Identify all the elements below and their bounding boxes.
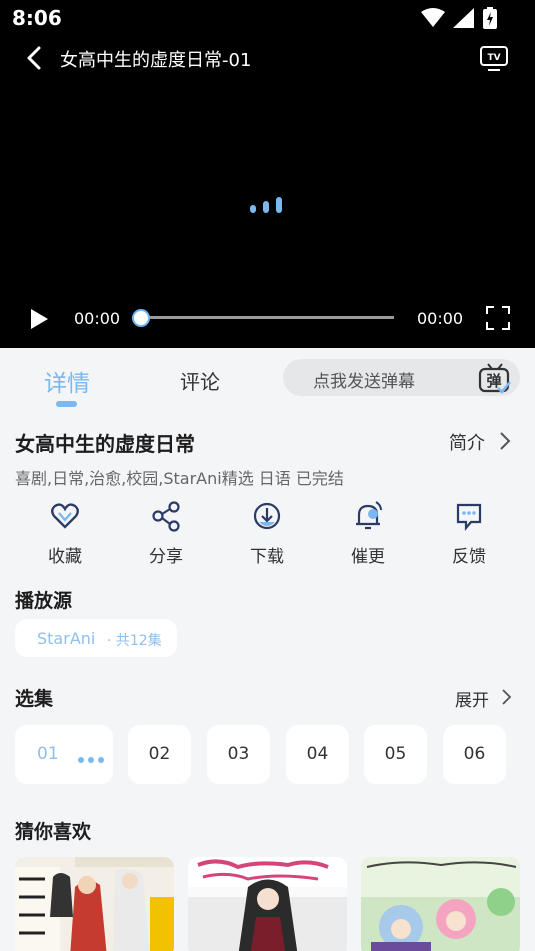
wifi-icon [421, 8, 445, 27]
anime-tags: 喜剧,日常,治愈,校园,StarAni精选 日语 已完结 [15, 469, 344, 488]
playing-indicator-icon [78, 757, 104, 763]
poster-image [361, 857, 520, 951]
source-chip[interactable]: StarAni · 共12集 [15, 619, 177, 657]
download-icon [253, 502, 281, 530]
share-icon [152, 501, 180, 532]
download-button[interactable]: 下载 [232, 500, 302, 567]
recommend-card[interactable] [361, 857, 520, 951]
expand-button[interactable]: 展开 [455, 686, 489, 711]
recommend-heading: 猜你喜欢 [15, 821, 92, 843]
feedback-button[interactable]: 反馈 [434, 500, 504, 567]
episode-item[interactable]: 03 [207, 725, 270, 784]
poster-image [15, 857, 174, 951]
danmaku-input[interactable]: 点我发送弹幕 弹 [283, 359, 520, 396]
anime-title: 女高中生的虚度日常 [15, 432, 195, 456]
video-player[interactable]: 8:06 女高中生的虚度日常-01 TV 00:00 00:00 [0, 0, 535, 348]
video-title: 女高中生的虚度日常-01 [60, 50, 252, 71]
chevron-right-icon[interactable] [500, 688, 512, 706]
episodes-heading: 选集 [15, 688, 54, 710]
source-heading: 播放源 [15, 590, 73, 612]
favorite-button[interactable]: 收藏 [30, 500, 100, 567]
episode-item[interactable]: 02 [128, 725, 191, 784]
feedback-icon [456, 503, 482, 532]
heart-icon [51, 503, 79, 529]
tab-detail[interactable]: 详情 [44, 364, 90, 398]
chevron-right-icon[interactable] [498, 431, 512, 451]
danmaku-icon[interactable]: 弹 [478, 362, 512, 394]
share-label: 分享 [149, 547, 183, 567]
favorite-label: 收藏 [48, 547, 82, 567]
total-time: 00:00 [417, 309, 464, 328]
source-count: · 共12集 [107, 633, 162, 649]
tv-cast-icon[interactable]: TV [479, 44, 509, 72]
svg-text:TV: TV [487, 53, 500, 63]
episode-item-active[interactable]: 01 [15, 725, 113, 784]
bell-icon [356, 501, 382, 530]
episode-item[interactable]: 05 [364, 725, 427, 784]
status-time: 8:06 [12, 6, 62, 30]
urge-update-label: 催更 [351, 547, 385, 567]
recommend-card[interactable] [188, 857, 347, 951]
tab-indicator [56, 401, 77, 407]
battery-icon [483, 7, 497, 29]
seek-knob[interactable] [132, 309, 150, 327]
fullscreen-icon[interactable] [486, 306, 510, 330]
poster-image [188, 857, 347, 951]
danmaku-icon-glyph: 弹 [486, 372, 501, 390]
loading-icon [250, 197, 282, 213]
current-time: 00:00 [74, 309, 121, 328]
episode-item[interactable]: 06 [443, 725, 506, 784]
status-icons [421, 7, 497, 29]
download-label: 下载 [250, 547, 284, 567]
signal-icon [453, 8, 474, 28]
episode-item[interactable]: 04 [286, 725, 349, 784]
episode-label: 01 [37, 744, 59, 764]
back-icon[interactable] [20, 44, 48, 72]
feedback-label: 反馈 [452, 547, 486, 567]
danmaku-placeholder: 点我发送弹幕 [313, 372, 415, 392]
seek-bar[interactable] [132, 316, 394, 319]
action-bar: 收藏 分享 下载 催更 反馈 [0, 500, 535, 570]
source-name: StarAni [37, 629, 96, 648]
play-icon[interactable] [28, 308, 50, 330]
share-button[interactable]: 分享 [131, 500, 201, 567]
urge-update-button[interactable]: 催更 [333, 500, 403, 567]
intro-link[interactable]: 简介 [449, 429, 485, 455]
recommend-card[interactable] [15, 857, 174, 951]
tab-comment[interactable]: 评论 [180, 366, 220, 395]
